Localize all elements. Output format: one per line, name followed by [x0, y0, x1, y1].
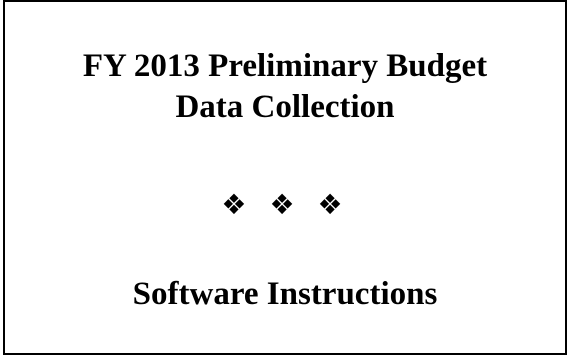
- title-line-2: Data Collection: [175, 89, 395, 125]
- title-line-1: FY 2013 Preliminary Budget: [82, 48, 488, 84]
- cover-page-frame: FY 2013 Preliminary Budget Data Collecti…: [3, 0, 567, 355]
- subtitle: Software Instructions: [132, 276, 438, 312]
- diamond-ornament-icon: ❖: [221, 188, 253, 221]
- ornament-divider: ❖ ❖ ❖: [5, 190, 565, 221]
- diamond-ornament-icon: ❖: [269, 188, 301, 221]
- diamond-ornament-icon: ❖: [317, 188, 349, 221]
